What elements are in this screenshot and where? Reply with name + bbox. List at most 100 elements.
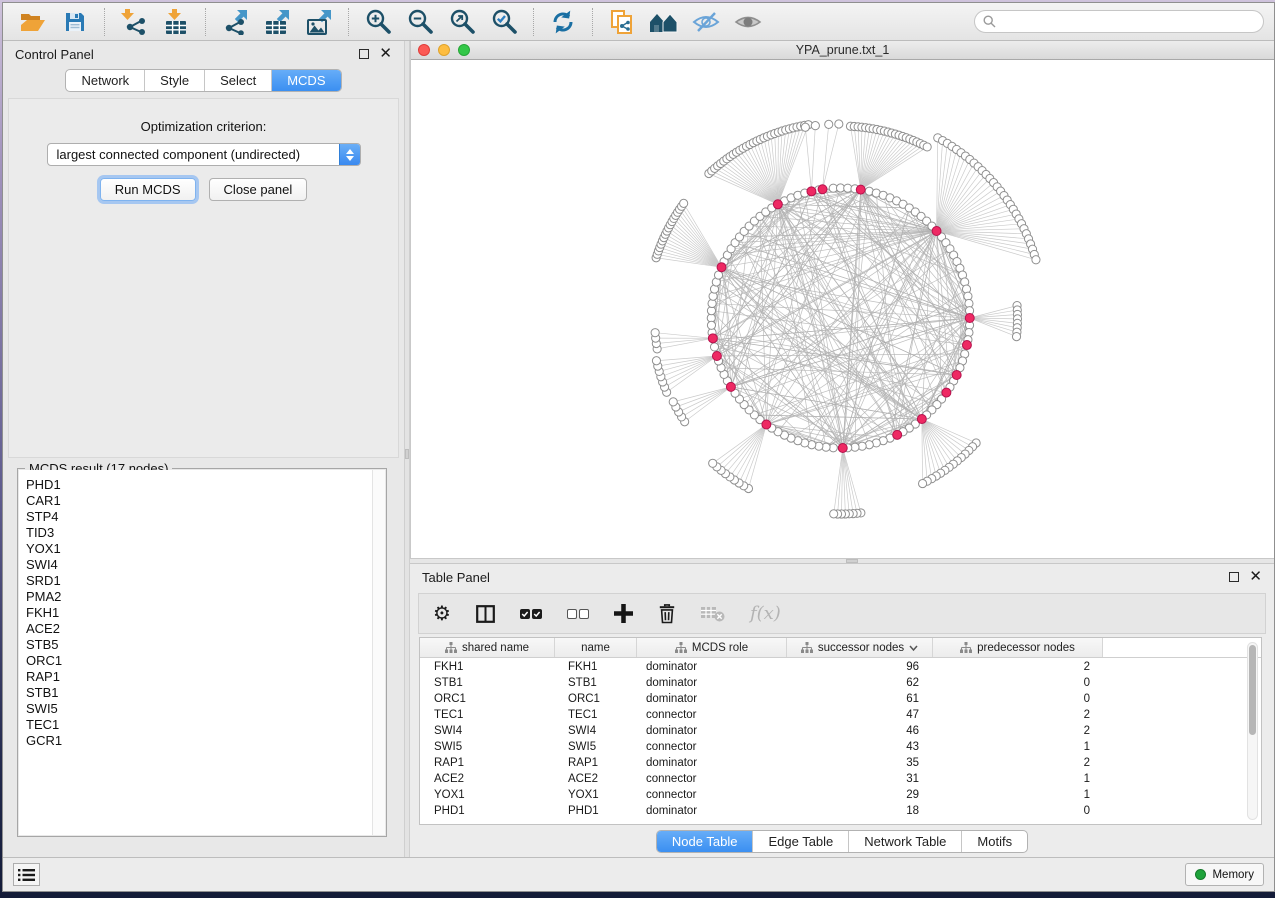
hide-selected-icon[interactable]: [686, 6, 726, 38]
import-table-icon[interactable]: [156, 6, 196, 38]
network-canvas[interactable]: [411, 60, 1274, 558]
tab-motifs[interactable]: Motifs: [961, 831, 1027, 852]
tab-style[interactable]: Style: [144, 70, 204, 91]
leaf-node[interactable]: [1012, 333, 1020, 341]
delete-table-icon[interactable]: [701, 605, 725, 622]
mcds-hub-node[interactable]: [917, 415, 926, 424]
table-row[interactable]: SWI4SWI4dominator462: [420, 723, 1261, 739]
mcds-result-item[interactable]: TID3: [26, 525, 385, 541]
mcds-hub-node[interactable]: [965, 314, 974, 323]
mcds-hub-node[interactable]: [712, 352, 721, 361]
ring-node[interactable]: [710, 343, 718, 351]
mcds-hub-node[interactable]: [962, 341, 971, 350]
show-all-icon[interactable]: [728, 6, 768, 38]
mcds-result-item[interactable]: STP4: [26, 509, 385, 525]
leaf-node[interactable]: [835, 120, 843, 128]
import-network-icon[interactable]: [114, 6, 154, 38]
mcds-hub-node[interactable]: [893, 430, 902, 439]
column-header-predecessor-nodes[interactable]: predecessor nodes: [933, 638, 1103, 657]
select-all-icon[interactable]: [520, 609, 542, 619]
run-mcds-button[interactable]: Run MCDS: [100, 178, 196, 201]
table-row[interactable]: SWI5SWI5connector431: [420, 739, 1261, 755]
mcds-hub-node[interactable]: [708, 334, 717, 343]
tab-select[interactable]: Select: [204, 70, 271, 91]
table-row[interactable]: TEC1TEC1connector472: [420, 707, 1261, 723]
ring-node[interactable]: [707, 321, 715, 329]
table-row[interactable]: FKH1FKH1dominator962: [420, 659, 1261, 675]
mcds-result-item[interactable]: GCR1: [26, 733, 385, 749]
leaf-node[interactable]: [830, 510, 838, 518]
mcds-result-item[interactable]: SWI4: [26, 557, 385, 573]
table-row[interactable]: PHD1PHD1dominator180: [420, 803, 1261, 819]
task-history-button[interactable]: [13, 863, 40, 886]
float-panel-icon[interactable]: [359, 49, 369, 59]
splitter-grip[interactable]: [405, 449, 409, 459]
mcds-result-item[interactable]: PMA2: [26, 589, 385, 605]
leaf-node[interactable]: [651, 329, 659, 337]
tab-node-table[interactable]: Node Table: [657, 831, 753, 852]
column-header-shared-name[interactable]: shared name: [420, 638, 555, 657]
tab-network[interactable]: Network: [66, 70, 144, 91]
mcds-hub-node[interactable]: [807, 187, 816, 196]
scrollbar-thumb[interactable]: [1249, 645, 1256, 735]
mcds-result-item[interactable]: ORC1: [26, 653, 385, 669]
mcds-hub-node[interactable]: [773, 200, 782, 209]
table-row[interactable]: ORC1ORC1dominator610: [420, 691, 1261, 707]
leaf-node[interactable]: [680, 199, 688, 207]
table-scrollbar[interactable]: [1247, 642, 1258, 820]
mcds-result-item[interactable]: PHD1: [26, 477, 385, 493]
network-window-titlebar[interactable]: YPA_prune.txt_1: [411, 41, 1274, 60]
zoom-out-icon[interactable]: [400, 6, 440, 38]
mcds-result-item[interactable]: STB5: [26, 637, 385, 653]
mcds-result-item[interactable]: YOX1: [26, 541, 385, 557]
column-header-successor-nodes[interactable]: successor nodes: [787, 638, 933, 657]
duplicate-network-icon[interactable]: [602, 6, 642, 38]
leaf-node[interactable]: [709, 459, 717, 467]
leaf-node[interactable]: [825, 120, 833, 128]
column-header-mcds-role[interactable]: MCDS role: [637, 638, 787, 657]
table-settings-icon[interactable]: ⚙: [433, 601, 451, 626]
zoom-selected-icon[interactable]: [484, 6, 524, 38]
mcds-hub-node[interactable]: [717, 263, 726, 272]
leaf-node[interactable]: [801, 123, 809, 131]
search-input[interactable]: [1001, 13, 1263, 31]
table-row[interactable]: RAP1RAP1dominator352: [420, 755, 1261, 771]
tab-network-table[interactable]: Network Table: [848, 831, 961, 852]
mcds-result-scrollbar[interactable]: [372, 470, 385, 835]
mcds-hub-node[interactable]: [838, 443, 847, 452]
mcds-result-item[interactable]: ACE2: [26, 621, 385, 637]
open-session-icon[interactable]: [13, 6, 53, 38]
add-column-icon[interactable]: [614, 604, 633, 623]
mcds-hub-node[interactable]: [762, 420, 771, 429]
export-network-icon[interactable]: [215, 6, 255, 38]
tab-mcds[interactable]: MCDS: [271, 70, 340, 91]
mcds-hub-node[interactable]: [952, 370, 961, 379]
close-panel-icon[interactable]: ✕: [379, 49, 392, 59]
leaf-node[interactable]: [923, 143, 931, 151]
zoom-fit-icon[interactable]: [442, 6, 482, 38]
leaf-node[interactable]: [811, 122, 819, 130]
mcds-result-item[interactable]: FKH1: [26, 605, 385, 621]
table-row[interactable]: ACE2ACE2connector311: [420, 771, 1261, 787]
first-neighbors-icon[interactable]: [644, 6, 684, 38]
mcds-hub-node[interactable]: [942, 388, 951, 397]
mcds-result-item[interactable]: STB1: [26, 685, 385, 701]
vertical-splitter[interactable]: [404, 41, 410, 857]
mcds-result-item[interactable]: TEC1: [26, 717, 385, 733]
show-column-icon[interactable]: [476, 605, 495, 623]
mcds-result-item[interactable]: RAP1: [26, 669, 385, 685]
mcds-result-item[interactable]: CAR1: [26, 493, 385, 509]
leaf-node[interactable]: [1032, 256, 1040, 264]
mcds-hub-node[interactable]: [726, 382, 735, 391]
function-builder-icon[interactable]: f(x): [750, 603, 781, 624]
search-field[interactable]: [974, 10, 1264, 33]
mcds-result-list[interactable]: PHD1CAR1STP4TID3YOX1SWI4SRD1PMA2FKH1ACE2…: [19, 470, 385, 835]
float-panel-icon[interactable]: [1229, 572, 1239, 582]
memory-button[interactable]: Memory: [1185, 863, 1264, 886]
mcds-hub-node[interactable]: [856, 185, 865, 194]
horizontal-splitter[interactable]: [410, 558, 1274, 564]
export-table-icon[interactable]: [257, 6, 297, 38]
leaf-node[interactable]: [652, 357, 660, 365]
mcds-hub-node[interactable]: [932, 227, 941, 236]
mcds-hub-node[interactable]: [818, 185, 827, 194]
